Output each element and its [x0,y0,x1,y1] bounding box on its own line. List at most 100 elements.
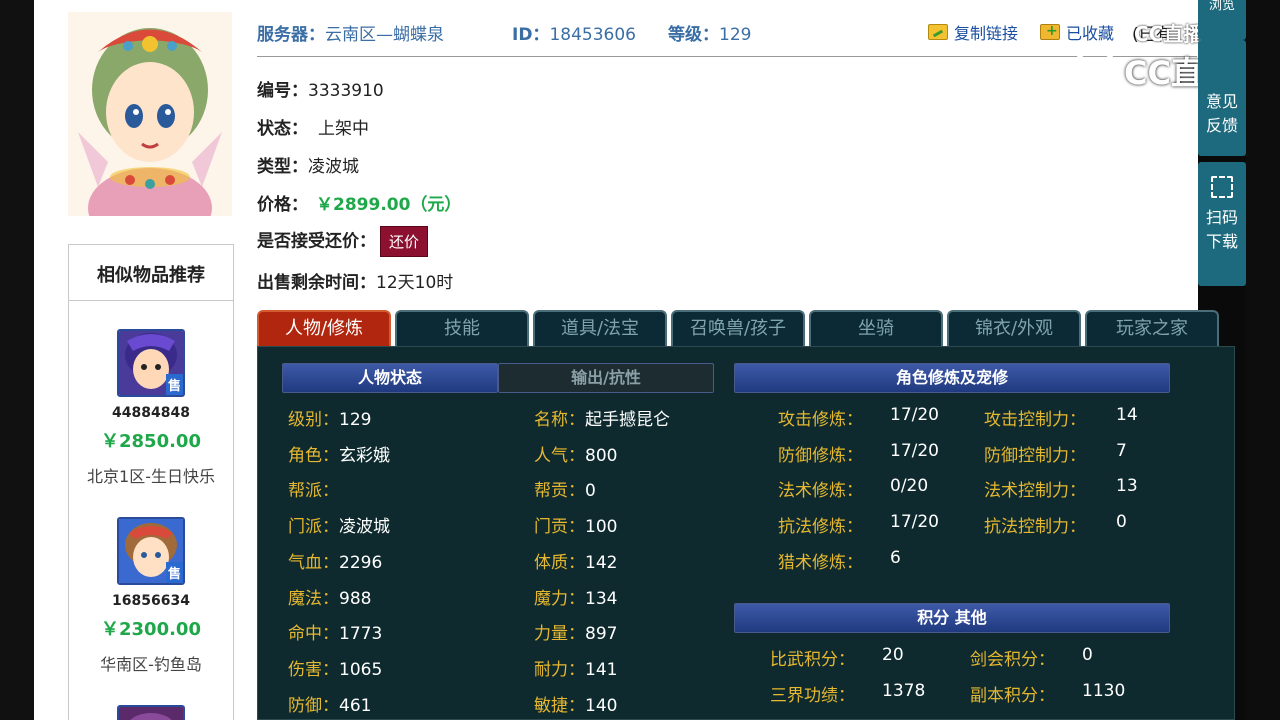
stat-label: 魔力： [534,588,585,609]
character-thumb-icon [119,707,183,720]
bargain-label: 是否接受还价： [257,231,376,252]
recommend-price: ￥2300.00 [101,619,201,640]
stat-value: 897 [585,624,618,645]
stat-label: 伤害： [288,659,339,680]
similar-items-title: 相似物品推荐 [69,245,233,301]
stat-value: 1065 [339,659,383,680]
stat-label: 三界功绩： [770,686,855,706]
stat-row: 魔法：988 [288,584,371,609]
stat-value: 17/20 [890,405,939,425]
remaining-label: 出售剩余时间： [257,273,376,293]
scan-download-button[interactable]: 扫码 下载 [1198,162,1246,286]
stat-row: 力量：897 [534,619,617,644]
stat-label: 魔法： [288,588,339,609]
copy-link-icon [928,24,948,40]
tab-summons[interactable]: 召唤兽/孩子 [671,310,805,346]
stat-row: 法术控制力： 13 [984,476,1138,501]
copy-link-label: 复制链接 [954,24,1019,43]
browse-label: 浏览 [1208,0,1235,13]
cc-mini-watermark: CC直播 [1134,22,1204,46]
recommend-thumb[interactable]: 售 [117,329,185,397]
character-detail-panel: 人物状态 输出/抗性 角色修炼及宠修 积分 其他 级别：129 角色：玄彩娥 帮派：… [257,346,1235,720]
stat-row: 门贡：100 [534,512,617,537]
stat-label: 防御控制力： [984,445,1086,466]
stat-row: 比武积分： 20 [770,645,904,670]
stat-value: 129 [339,410,372,430]
server-info: 服务器：云南区—蝴蝶泉 [257,20,444,45]
stat-value: 0 [1116,512,1127,533]
stat-value: 14 [1116,405,1138,425]
stat-row: 防御：461 [288,691,371,716]
stat-row: 剑会积分： 0 [970,645,1093,670]
stat-label: 命中： [288,624,339,645]
stat-row: 副本积分： 1130 [970,681,1125,706]
recommend-thumb[interactable]: 售 [117,517,185,585]
subtab-char-status[interactable]: 人物状态 [282,363,498,393]
tab-mounts[interactable]: 坐骑 [809,310,943,346]
stat-value: 988 [339,588,372,609]
browse-button[interactable]: 浏览 [1198,0,1246,40]
tab-character[interactable]: 人物/修炼 [257,310,391,346]
tab-outfits[interactable]: 锦衣/外观 [947,310,1081,346]
feedback-line2: 反馈 [1205,116,1238,135]
header-divider [257,56,1197,57]
stat-label: 法术修炼： [778,481,863,502]
stat-label: 力量： [534,624,585,645]
stat-label: 比武积分： [770,650,855,670]
tab-skills[interactable]: 技能 [395,310,529,346]
favorite-label: 已收藏 [1066,24,1115,43]
right-dark-edge [1246,0,1280,720]
level-label: 等级： [668,25,719,45]
stat-row: 命中：1773 [288,619,382,644]
character-avatar [68,12,232,216]
stat-row: 防御控制力： 7 [984,441,1127,466]
bargain-button[interactable]: 还价 [380,226,429,257]
id-info: ID：18453606 [512,20,636,45]
stat-row: 抗法控制力： 0 [984,512,1127,538]
recommend-server[interactable]: 华南区-钓鱼岛 [69,651,233,675]
feedback-button[interactable]: 意见 反馈 [1198,40,1246,156]
serial-field: 编号：3333910 [257,76,384,101]
serial-label: 编号： [257,81,308,101]
stat-label: 名称： [534,410,585,430]
sell-badge: 售 [165,374,183,395]
stat-label: 门派： [288,517,339,538]
stat-label: 攻击控制力： [984,410,1086,430]
stat-label: 抗法控制力： [984,517,1086,538]
tab-items[interactable]: 道具/法宝 [533,310,667,346]
stat-value: 141 [585,659,618,680]
stat-row: 魔力：134 [534,584,617,609]
similar-items-sidebar: 相似物品推荐 售 44884848 ￥2850.00 北京1区-生日快乐 售 1… [68,244,234,720]
copy-link-button[interactable]: 复制链接 [928,20,1018,44]
tab-player-home[interactable]: 玩家之家 [1085,310,1219,346]
score-header: 积分 其他 [734,603,1170,633]
stat-row: 人气：800 [534,441,617,466]
level-info: 等级：129 [668,20,751,45]
stat-label: 敏捷： [534,695,585,716]
recommend-item[interactable]: 售 16856634 ￥2300.00 华南区-钓鱼岛 [69,517,233,675]
stat-value: 2296 [339,552,383,573]
stat-value: 0/20 [890,476,929,497]
recommend-thumb-partial[interactable] [117,705,185,720]
favorite-button[interactable]: 已收藏 [1040,20,1114,44]
cultivation-header: 角色修炼及宠修 [734,363,1170,393]
stat-value: 起手撼昆仑 [585,410,670,430]
recommend-item[interactable] [69,705,233,720]
stat-row: 猎术修炼： 6 [778,548,901,573]
subtab-output-resist[interactable]: 输出/抗性 [498,363,714,393]
stat-value: 100 [585,517,618,538]
character-portrait-icon [68,12,232,216]
recommend-item[interactable]: 售 44884848 ￥2850.00 北京1区-生日快乐 [69,329,233,487]
stat-value: 800 [585,445,618,466]
stat-row: 法术修炼： 0/20 [778,476,928,502]
recommend-id: 16856634 [112,593,190,609]
price-field: 价格： ￥2899.00（元） [257,190,461,215]
type-value: 凌波城 [308,157,359,177]
sell-badge: 售 [165,562,183,583]
recommend-server[interactable]: 北京1区-生日快乐 [69,463,233,487]
bargain-field: 是否接受还价： 还价 [257,226,429,257]
server-label: 服务器： [257,25,325,45]
stat-row: 三界功绩： 1378 [770,681,925,706]
stat-value: 17/20 [890,512,939,533]
stat-row: 耐力：141 [534,655,617,680]
